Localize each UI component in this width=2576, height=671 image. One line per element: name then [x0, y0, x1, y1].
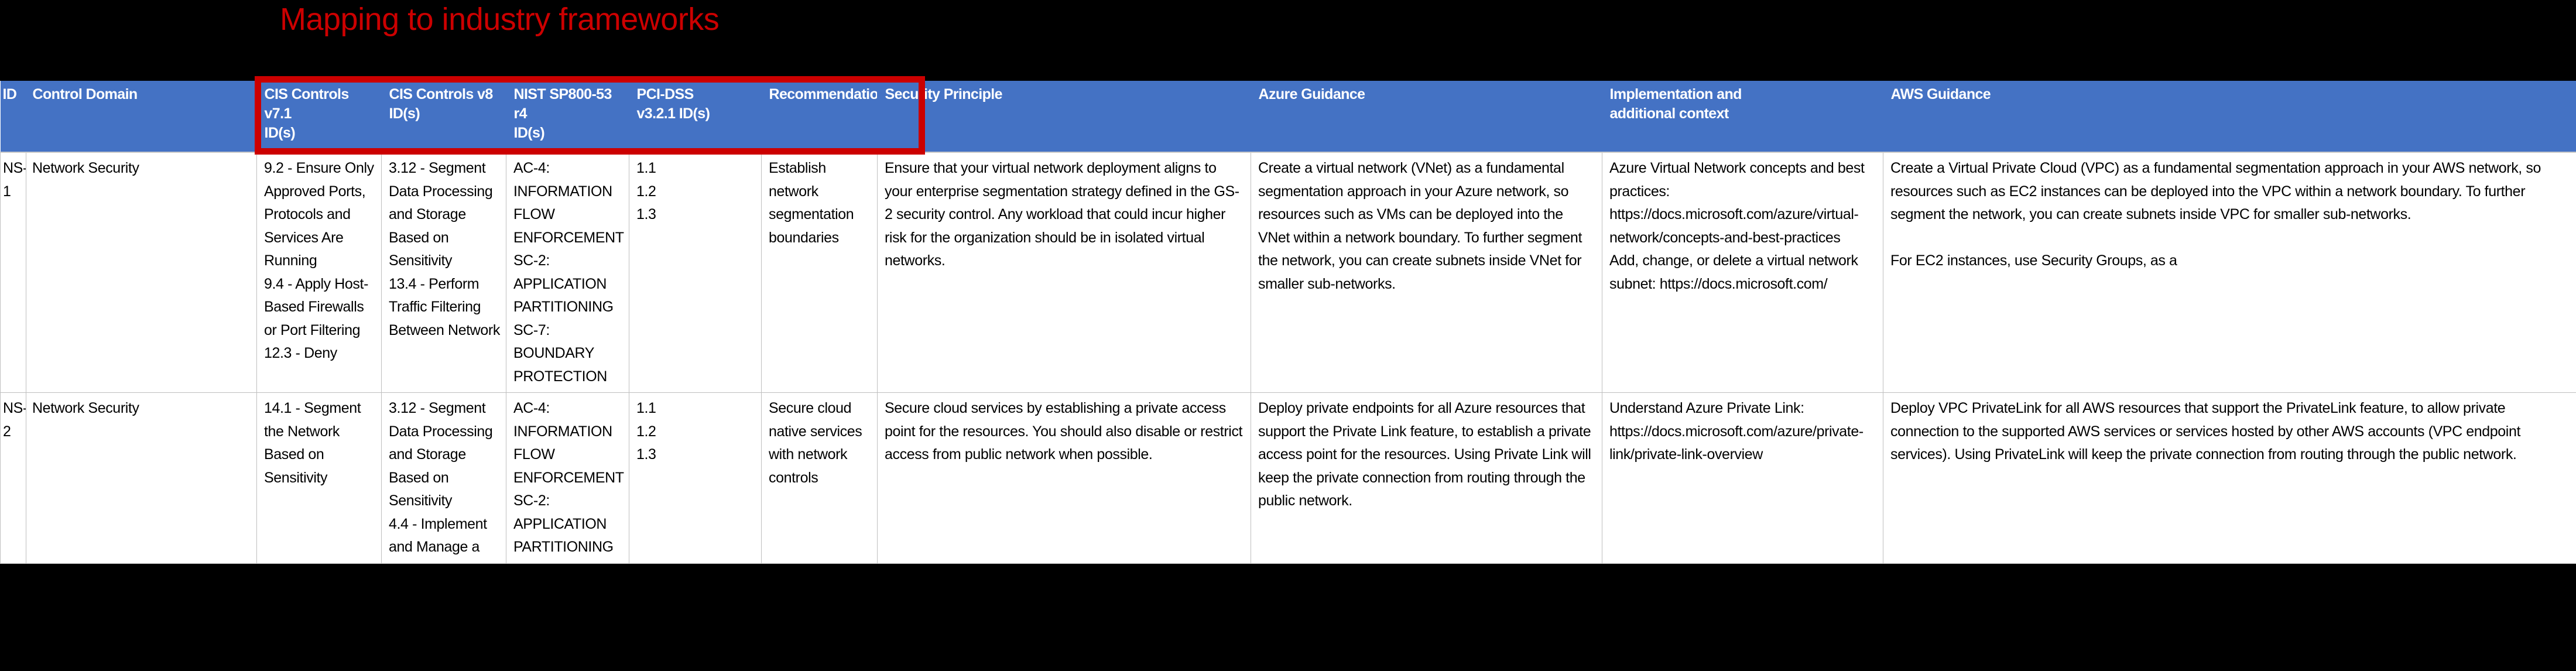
- column-header-aws-guidance[interactable]: AWS Guidance: [1883, 81, 2576, 153]
- cell-implementation: Understand Azure Private Link: https://d…: [1602, 392, 1883, 564]
- column-header-recommendation[interactable]: Recommendation: [761, 81, 878, 153]
- column-header-id[interactable]: ID: [0, 81, 27, 153]
- column-header-nist-sp800-53-r4[interactable]: NIST SP800-53 r4 ID(s): [506, 81, 630, 153]
- column-header-control-domain[interactable]: Control Domain: [26, 81, 258, 153]
- cell-recommendation: Establish network segmentation boundarie…: [761, 152, 878, 393]
- column-header-nist-line2: ID(s): [513, 125, 545, 141]
- table-header: ID Control Domain CIS Controls v7.1 ID(s…: [0, 81, 2576, 153]
- cell-cis-v71: 9.2 - Ensure Only Approved Ports, Protoc…: [256, 152, 382, 393]
- cell-nist: AC-4: INFORMATION FLOW ENFORCEMENT SC-2:…: [506, 392, 629, 564]
- column-header-cis-controls-v71-line1: CIS Controls v7.1: [264, 86, 350, 122]
- column-header-cis-controls-v71-line2: ID(s): [264, 125, 296, 141]
- cell-control-domain: Network Security: [26, 152, 257, 393]
- cell-id: NS-1: [0, 152, 26, 393]
- header-top-spacer: [0, 76, 2576, 81]
- slide-canvas: Mapping to industry frameworks ID Contro…: [0, 0, 2576, 671]
- column-header-cis-controls-v71[interactable]: CIS Controls v7.1 ID(s): [256, 81, 382, 153]
- cell-cis-v8: 3.12 - Segment Data Processing and Stora…: [381, 392, 506, 564]
- cell-id: NS-2: [0, 392, 26, 564]
- column-header-nist-line1: NIST SP800-53 r4: [513, 86, 612, 122]
- table-header-row: ID Control Domain CIS Controls v7.1 ID(s…: [0, 81, 2576, 153]
- column-header-pci-dss[interactable]: PCI-DSS v3.2.1 ID(s): [629, 81, 762, 153]
- column-header-implementation[interactable]: Implementation and additional context: [1602, 81, 1884, 153]
- column-header-implementation-line2: additional context: [1609, 105, 1729, 122]
- column-header-cis-controls-v8-line2: ID(s): [389, 105, 420, 122]
- cell-pci-dss: 1.1 1.2 1.3: [629, 152, 762, 393]
- cell-aws-guidance: Deploy VPC PrivateLink for all AWS resou…: [1883, 392, 2576, 564]
- column-header-pci-line2: v3.2.1 ID(s): [636, 105, 710, 122]
- table-row[interactable]: NS-2 Network Security 14.1 - Segment the…: [0, 392, 2576, 564]
- slide-title: Mapping to industry frameworks: [280, 2, 720, 37]
- framework-mapping-table-wrapper: ID Control Domain CIS Controls v7.1 ID(s…: [0, 81, 2576, 564]
- cell-azure-guidance: Deploy private endpoints for all Azure r…: [1251, 392, 1602, 564]
- cell-azure-guidance: Create a virtual network (VNet) as a fun…: [1251, 152, 1602, 393]
- column-header-azure-guidance-label: Azure Guidance: [1258, 86, 1366, 102]
- table-body: NS-1 Network Security 9.2 - Ensure Only …: [0, 152, 2576, 564]
- column-header-recommendation-label: Recommendation: [769, 86, 878, 102]
- cell-nist: AC-4: INFORMATION FLOW ENFORCEMENT SC-2:…: [506, 152, 629, 393]
- column-header-control-domain-label: Control Domain: [32, 86, 138, 102]
- cell-security-principle: Secure cloud services by establishing a …: [877, 392, 1251, 564]
- column-header-pci-line1: PCI-DSS: [636, 86, 694, 102]
- column-header-cis-controls-v8-line1: CIS Controls v8: [389, 86, 494, 102]
- cell-recommendation: Secure cloud native services with networ…: [761, 392, 878, 564]
- cell-control-domain: Network Security: [26, 392, 257, 564]
- column-header-implementation-line1: Implementation and: [1609, 86, 1742, 102]
- table-row[interactable]: NS-1 Network Security 9.2 - Ensure Only …: [0, 152, 2576, 393]
- cell-security-principle: Ensure that your virtual network deploym…: [877, 152, 1251, 393]
- cell-pci-dss: 1.1 1.2 1.3: [629, 392, 762, 564]
- cell-cis-v8: 3.12 - Segment Data Processing and Stora…: [381, 152, 506, 393]
- column-header-security-principle[interactable]: Security Principle: [877, 81, 1252, 153]
- cell-aws-guidance: Create a Virtual Private Cloud (VPC) as …: [1883, 152, 2576, 393]
- framework-mapping-table: ID Control Domain CIS Controls v7.1 ID(s…: [0, 81, 2576, 564]
- cell-implementation: Azure Virtual Network concepts and best …: [1602, 152, 1883, 393]
- column-header-id-label: ID: [2, 86, 17, 102]
- column-header-azure-guidance[interactable]: Azure Guidance: [1251, 81, 1603, 153]
- column-header-security-principle-label: Security Principle: [885, 86, 1003, 102]
- column-header-aws-guidance-label: AWS Guidance: [1890, 86, 1991, 102]
- column-header-cis-controls-v8[interactable]: CIS Controls v8 ID(s): [381, 81, 507, 153]
- cell-cis-v71: 14.1 - Segment the Network Based on Sens…: [256, 392, 382, 564]
